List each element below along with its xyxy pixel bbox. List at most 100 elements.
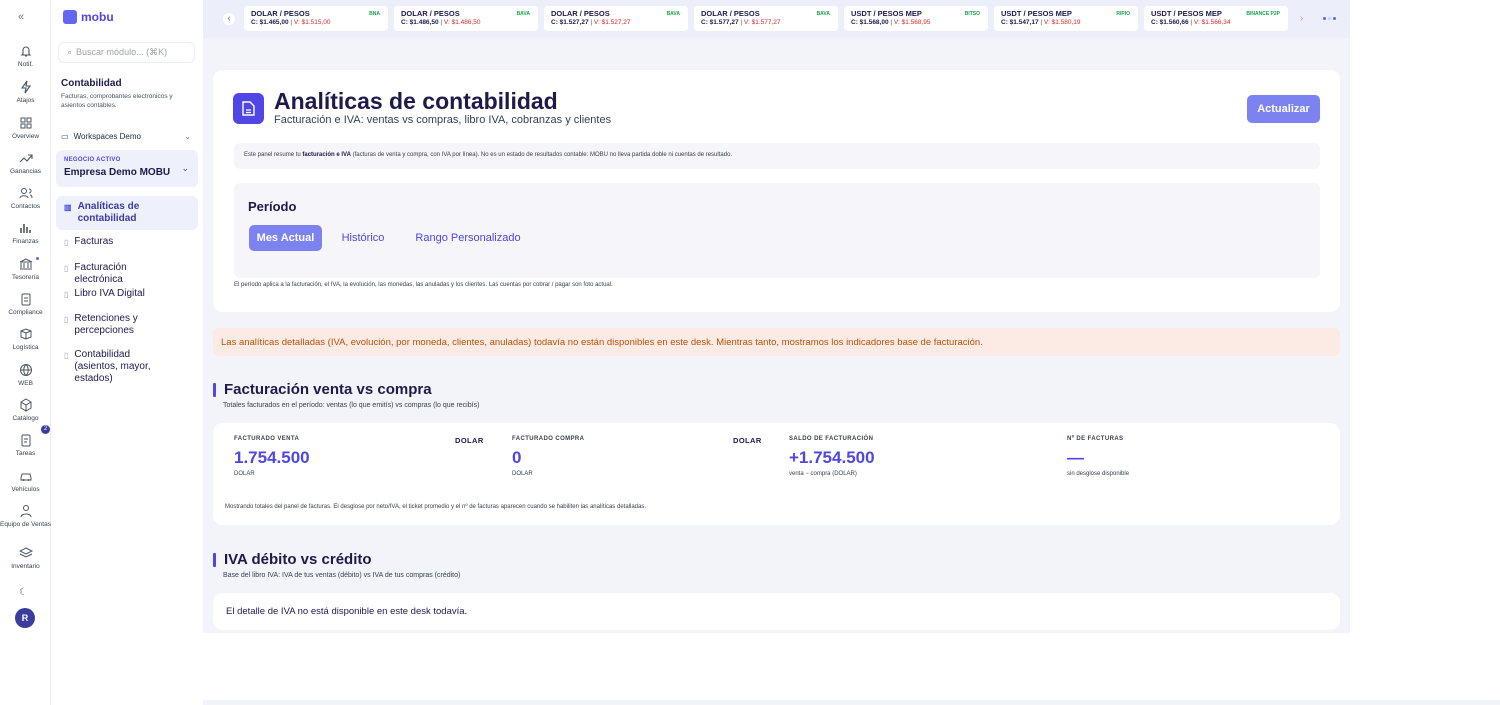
iva-info-card: El detalle de IVA no está disponible en … xyxy=(213,593,1340,630)
rate-source: RIPIO xyxy=(1116,11,1130,17)
period-title: Período xyxy=(248,199,297,214)
sidebar-nav-item[interactable]: ▯ Libro IVA Digital xyxy=(56,288,198,302)
avatar[interactable]: R xyxy=(15,608,35,628)
rate-buy: C: $1.560,66 xyxy=(1151,19,1189,26)
sidebar-nav-label: Analíticas de contabilidad xyxy=(77,201,140,224)
rail-item-contactos[interactable]: Contactos xyxy=(0,186,51,210)
rate-buy: C: $1.527,27 xyxy=(551,19,589,26)
rail-item-label: Tareas xyxy=(15,450,36,457)
tasks-badge: 2 xyxy=(41,425,50,434)
business-selector[interactable]: NEGOCIO ACTIVO Empresa Demo MOBU ⌄ xyxy=(56,150,198,187)
rate-source: BAVA xyxy=(816,11,830,17)
document-icon: ▯ xyxy=(64,238,69,247)
rail-item-inventario[interactable]: Inventario xyxy=(0,546,51,570)
rate-card[interactable]: DOLAR / PESOS BNA C: $1.465,00 | V: $1.515… xyxy=(244,6,388,31)
billing-section-title: Facturación venta vs compra xyxy=(224,381,432,398)
rail-item-label: Ganancias xyxy=(9,168,42,175)
collapse-icon[interactable]: « xyxy=(18,11,24,23)
rail-item-label: Tesorería xyxy=(11,274,40,281)
kpi-unit: venta − compra (DOLAR) xyxy=(789,471,857,477)
rail-item-notif-[interactable]: Notif. xyxy=(0,44,51,68)
ticker-next-icon[interactable]: › xyxy=(1300,13,1303,24)
rate-card[interactable]: DOLAR / PESOS BAVA C: $1.527,27 | V: $1.52… xyxy=(544,6,688,31)
rail-item-veh-culos[interactable]: Vehículos xyxy=(0,469,51,493)
panel-note: Este panel resume tu facturación e IVA (… xyxy=(234,143,1320,169)
sidebar-nav-item[interactable]: ▯ Retenciones y percepciones xyxy=(56,313,198,341)
period-note: El período aplica a la facturación, el I… xyxy=(234,282,613,288)
rail-item-tareas[interactable]: Tareas xyxy=(0,433,51,457)
rail-item-label: Notif. xyxy=(17,61,34,68)
rate-card[interactable]: DOLAR / PESOS BAVA C: $1.486,50 | V: $1.48… xyxy=(394,6,538,31)
document-icon xyxy=(233,93,264,124)
rail-item-tesorer-a[interactable]: Tesorería xyxy=(0,257,51,281)
rate-quotes: C: $1.577,27 | V: $1.577,27 xyxy=(701,19,781,26)
update-button[interactable]: Actualizar xyxy=(1247,95,1320,123)
rate-source: BITSO xyxy=(964,11,980,17)
module-title: Contabilidad xyxy=(61,78,122,89)
logo[interactable]: mobu xyxy=(63,10,114,24)
kpi-facturado-compra: FACTURADO COMPRA DOLAR 0 DOLAR xyxy=(512,436,782,491)
rail-item-label: Logística xyxy=(12,344,39,351)
sidebar-nav-item[interactable]: ▯ Facturación electrónica xyxy=(56,262,198,285)
sidebar-nav-item[interactable]: ▯ Facturas xyxy=(56,236,198,250)
rail-item-equipo-de-ventas[interactable]: Equipo de Ventas xyxy=(0,504,51,528)
tasks-icon xyxy=(21,434,30,447)
main-content: ‹ DOLAR / PESOS BNA C: $1.465,00 | V: $1.5… xyxy=(203,0,1350,633)
workspace-label: Workspaces Demo xyxy=(73,131,141,141)
business-name: Empresa Demo MOBU xyxy=(64,167,171,178)
sidebar-nav-label: Libro IVA Digital xyxy=(74,288,145,299)
period-option-rango[interactable]: Rango Personalizado xyxy=(406,225,530,251)
rail-item-atajos[interactable]: Atajos xyxy=(0,80,51,104)
kpi-unit: DOLAR xyxy=(512,471,533,477)
right-blank-area xyxy=(1350,0,1500,705)
tesoreria-indicator-dot xyxy=(36,257,39,260)
rate-sell: V: $1.486,50 xyxy=(443,19,481,26)
rate-source: BAVA xyxy=(516,11,530,17)
rate-card[interactable]: USDT / PESOS MEP BINANCE P2P C: $1.560,66 … xyxy=(1144,6,1288,31)
grid-icon xyxy=(20,117,31,129)
rail-item-overview[interactable]: Overview xyxy=(0,116,51,140)
ticker-prev-icon[interactable]: ‹ xyxy=(223,13,235,25)
ticker-pagination[interactable] xyxy=(1323,17,1336,20)
folder-icon: ▭ xyxy=(61,131,69,141)
bottom-scrollbar[interactable] xyxy=(203,700,1500,705)
rate-quotes: C: $1.486,50 | V: $1.486,50 xyxy=(401,19,481,26)
sidebar-nav-label: Facturación electrónica xyxy=(74,262,127,285)
kpi-label: SALDO DE FACTURACIÓN xyxy=(789,436,874,442)
rail-item-compliance[interactable]: Compliance xyxy=(0,292,51,316)
sidebar-nav-label: Facturas xyxy=(74,236,114,247)
rate-quotes: C: $1.527,27 | V: $1.527,27 xyxy=(551,19,631,26)
rail-item-ganancias[interactable]: Ganancias xyxy=(0,151,51,175)
rate-buy: C: $1.547,17 xyxy=(1001,19,1039,26)
users-icon xyxy=(19,188,32,199)
rate-pair: DOLAR / PESOS xyxy=(251,9,310,18)
warning-banner: Las analíticas detalladas (IVA, evolució… xyxy=(213,328,1340,356)
rate-quotes: C: $1.568,00 | V: $1.568,95 xyxy=(851,19,931,26)
document-icon: ▯ xyxy=(64,264,69,273)
search-input[interactable]: ⌕ Buscar módulo... (⌘K) xyxy=(58,42,195,63)
rail-item-web[interactable]: WEB xyxy=(0,363,51,387)
kpi-currency: DOLAR xyxy=(455,436,484,445)
header-card: Analíticas de contabilidad Facturación e… xyxy=(213,70,1340,312)
bank-icon xyxy=(19,258,32,270)
rate-card[interactable]: USDT / PESOS MEP BITSO C: $1.568,00 | V: $… xyxy=(844,6,988,31)
search-placeholder: Buscar módulo... (⌘K) xyxy=(76,47,168,57)
kpi-currency: DOLAR xyxy=(733,436,762,445)
sidebar-nav-item[interactable]: ▯ Contabilidad (asientos, mayor, estados) xyxy=(56,349,198,384)
period-option-mes-actual[interactable]: Mes Actual xyxy=(249,225,322,251)
period-option-historico[interactable]: Histórico xyxy=(332,225,394,251)
workspace-selector[interactable]: ▭ Workspaces Demo ⌄ xyxy=(61,129,191,143)
moon-icon[interactable]: ☾ xyxy=(19,587,28,598)
rail-item-finanzas[interactable]: Finanzas xyxy=(0,221,51,245)
rate-card[interactable]: DOLAR / PESOS BAVA C: $1.577,27 | V: $1.57… xyxy=(694,6,838,31)
page-title: Analíticas de contabilidad xyxy=(274,88,558,114)
sidebar-nav-item[interactable]: ▥ Analíticas de contabilidad xyxy=(56,196,198,230)
clipboard-icon xyxy=(21,293,30,306)
rail-item-label: Vehículos xyxy=(11,486,40,493)
kpi-facturado-venta: FACTURADO VENTA DOLAR 1.754.500 DOLAR xyxy=(234,436,504,491)
sidebar-nav-label: Retenciones y percepciones xyxy=(74,313,138,336)
rail-item-cat-logo[interactable]: Catálogo xyxy=(0,398,51,422)
kpi-unit: DOLAR xyxy=(234,471,255,477)
rail-item-log-stica[interactable]: Logística xyxy=(0,327,51,351)
rate-card[interactable]: USDT / PESOS MEP RIPIO C: $1.547,17 | V: $… xyxy=(994,6,1138,31)
